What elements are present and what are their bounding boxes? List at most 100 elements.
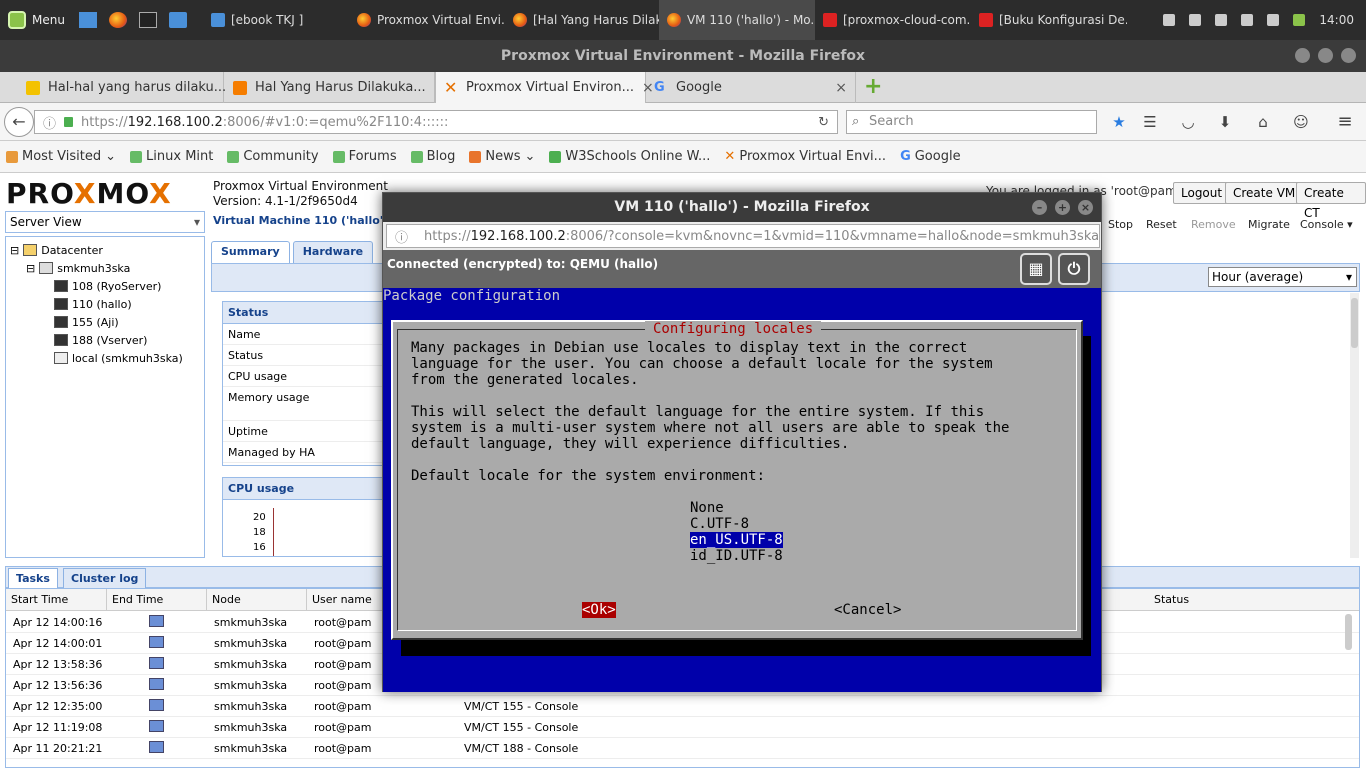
tab-proxmox[interactable]: ✕ Proxmox Virtual Environ... ×	[435, 72, 654, 103]
volume-icon[interactable]	[1241, 14, 1254, 26]
locale-option-selected[interactable]: en_US.UTF-8	[690, 532, 783, 548]
shield-icon[interactable]	[1293, 14, 1306, 26]
show-desktop-icon[interactable]	[78, 12, 97, 28]
battery-icon[interactable]	[1267, 14, 1280, 26]
minimize-icon[interactable]	[1295, 48, 1310, 63]
bookmark-star-icon[interactable]: ★	[1110, 113, 1128, 131]
tree-node-vm-155[interactable]: 155 (Aji)	[6, 313, 204, 331]
minimize-icon[interactable]: –	[1032, 200, 1047, 215]
close-tab-icon[interactable]: ×	[835, 80, 847, 96]
column-header[interactable]: User name	[307, 589, 387, 611]
power-icon[interactable]: ⏻	[1058, 253, 1090, 285]
console-button[interactable]: Console ▾	[1300, 218, 1353, 231]
cancel-button[interactable]: <Cancel>	[834, 602, 901, 618]
summary-scrollbar[interactable]	[1350, 293, 1359, 558]
tree-node-vm-110[interactable]: 110 (hallo)	[6, 295, 204, 313]
info-icon[interactable]: ⓘ	[43, 113, 56, 132]
collapse-icon[interactable]: ⊟	[26, 262, 35, 275]
scrollbar-thumb[interactable]	[1345, 614, 1352, 650]
cell-user: root@pam	[314, 721, 372, 734]
download-icon[interactable]: ⬇	[1216, 113, 1234, 131]
close-icon[interactable]	[1341, 48, 1356, 63]
reader-list-icon[interactable]: ☰	[1141, 113, 1159, 131]
table-row[interactable]: Apr 11 20:21:21 smkmuh3ska root@pam VM/CT 1…	[6, 738, 1359, 759]
maximize-icon[interactable]: +	[1055, 200, 1070, 215]
logout-button[interactable]: Logout	[1173, 182, 1231, 204]
tab-google[interactable]: G Google ×	[646, 72, 856, 103]
pocket-icon[interactable]: ◡	[1179, 113, 1197, 131]
scrollbar-thumb[interactable]	[1351, 298, 1358, 348]
search-input[interactable]: ⌕ Search	[846, 110, 1097, 134]
locale-option[interactable]: id_ID.UTF-8	[690, 548, 783, 564]
create-vm-button[interactable]: Create VM	[1225, 182, 1304, 204]
ok-button[interactable]: <Ok>	[582, 602, 616, 618]
taskbar-task[interactable]: [Hal Yang Harus Dilak...	[505, 0, 659, 40]
hamburger-menu-icon[interactable]: ≡	[1336, 113, 1354, 131]
tab-hal-yang-harus[interactable]: Hal Yang Harus Dilakuka... ×	[225, 72, 445, 103]
collapse-icon[interactable]: ⊟	[10, 244, 19, 257]
send-keys-icon[interactable]: ▦	[1020, 253, 1052, 285]
migrate-button[interactable]: Migrate	[1248, 218, 1290, 231]
column-header[interactable]: Node	[207, 589, 307, 611]
create-ct-button[interactable]: Create CT	[1296, 182, 1366, 220]
tab-hardware[interactable]: Hardware	[292, 241, 374, 263]
bluetooth-icon[interactable]	[1189, 14, 1202, 26]
firefox-launcher-icon[interactable]	[108, 12, 127, 28]
bookmark-w3schools[interactable]: W3Schools Online W...	[549, 149, 710, 164]
table-row[interactable]: Apr 12 11:19:08 smkmuh3ska root@pam VM/CT 1…	[6, 717, 1359, 738]
taskbar-task[interactable]: [ebook TKJ ]	[203, 0, 349, 40]
taskbar-task[interactable]: Proxmox Virtual Envi...	[349, 0, 505, 40]
column-header[interactable]: Status	[1149, 589, 1349, 611]
bookmark-community[interactable]: Community	[227, 149, 319, 164]
bookmark-linux-mint[interactable]: Linux Mint	[130, 149, 213, 164]
tree-node-vm-188[interactable]: 188 (Vserver)	[6, 331, 204, 349]
tree-node-vm-108[interactable]: 108 (RyoServer)	[6, 277, 204, 295]
new-tab-icon[interactable]: +	[864, 76, 882, 98]
url-bar[interactable]: ⓘ https://192.168.100.2:8006/#v1:0:=qemu…	[34, 110, 838, 134]
terminal-launcher-icon[interactable]	[138, 12, 157, 28]
stop-button[interactable]: Stop	[1108, 218, 1133, 231]
bookmark-blog[interactable]: Blog	[410, 149, 455, 164]
taskbar-task-label: Proxmox Virtual Envi...	[376, 13, 505, 27]
start-menu-button[interactable]: Menu	[0, 0, 73, 40]
timeframe-select[interactable]: Hour (average)	[1208, 267, 1357, 287]
smiley-icon[interactable]: ☺	[1292, 113, 1310, 131]
column-header[interactable]: Start Time	[6, 589, 107, 611]
column-header[interactable]: End Time	[107, 589, 207, 611]
info-icon[interactable]: ⓘ	[395, 227, 408, 246]
table-row[interactable]: Apr 12 12:35:00 smkmuh3ska root@pam VM/CT 1…	[6, 696, 1359, 717]
remove-button[interactable]: Remove	[1191, 218, 1236, 231]
console-url-bar[interactable]: ⓘ https://192.168.100.2:8006/?console=kv…	[386, 224, 1100, 248]
tree-node-storage[interactable]: local (smkmuh3ska)	[6, 349, 204, 367]
wifi-icon[interactable]	[1215, 14, 1228, 26]
tree-node-node[interactable]: ⊟ smkmuh3ska	[6, 259, 204, 277]
reload-icon[interactable]: ↻	[818, 115, 837, 130]
bookmark-news[interactable]: News ⌄	[469, 149, 535, 164]
maximize-icon[interactable]	[1318, 48, 1333, 63]
tree-node-datacenter[interactable]: ⊟ Datacenter	[6, 241, 204, 259]
tab-cluster-log[interactable]: Cluster log	[63, 568, 147, 588]
tab-summary[interactable]: Summary	[211, 241, 290, 263]
bookmark-most-visited[interactable]: Most Visited ⌄	[6, 149, 116, 164]
bookmark-proxmox[interactable]: ✕ Proxmox Virtual Envi...	[724, 149, 886, 164]
back-button[interactable]: ←	[4, 107, 34, 137]
locale-option[interactable]: C.UTF-8	[690, 516, 749, 532]
bookmark-google[interactable]: G Google	[900, 149, 961, 164]
tab-hal-hal[interactable]: Hal-hal yang harus dilaku... ×	[18, 72, 246, 103]
tasks-scrollbar[interactable]	[1345, 612, 1353, 762]
close-icon[interactable]: ×	[1078, 200, 1093, 215]
home-icon[interactable]: ⌂	[1254, 113, 1272, 131]
locale-option[interactable]: None	[690, 500, 724, 516]
taskbar-task[interactable]: [Buku Konfigurasi De...	[971, 0, 1127, 40]
tab-tasks[interactable]: Tasks	[8, 568, 58, 588]
view-selector[interactable]: Server View	[5, 211, 205, 233]
files-launcher-icon[interactable]	[168, 12, 187, 28]
bookmark-forums[interactable]: Forums	[332, 149, 397, 164]
taskbar-task-label: VM 110 ('hallo') - Mo...	[686, 13, 815, 27]
reset-button[interactable]: Reset	[1146, 218, 1177, 231]
clock[interactable]: 14:00	[1319, 13, 1354, 27]
vm-console-screen[interactable]: Package configuration Configuring locale…	[383, 288, 1101, 692]
taskbar-task[interactable]: VM 110 ('hallo') - Mo...	[658, 0, 815, 40]
user-icon[interactable]	[1163, 14, 1176, 26]
taskbar-task[interactable]: [proxmox-cloud-com...	[815, 0, 971, 40]
